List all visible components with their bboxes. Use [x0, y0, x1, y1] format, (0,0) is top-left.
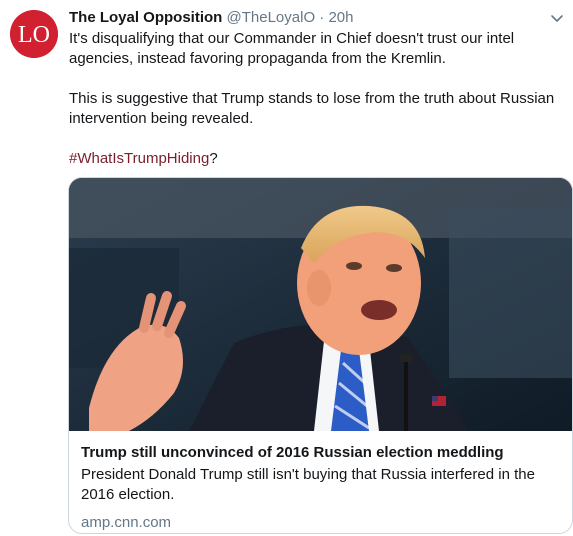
card-domain: amp.cnn.com: [81, 514, 172, 531]
chevron-down-icon[interactable]: [549, 10, 565, 26]
avatar[interactable]: LO: [10, 10, 58, 58]
card-description: President Donald Trump still isn't buyin…: [81, 466, 535, 503]
tweet-paragraph-2: This is suggestive that Trump stands to …: [69, 90, 555, 127]
separator-dot: ·: [319, 9, 325, 26]
card-image: [69, 178, 572, 431]
avatar-logo: LO: [10, 10, 58, 58]
tweet-paragraph-1: It's disqualifying that our Commander in…: [69, 30, 515, 67]
tweet-paragraph-3: #WhatIsTrumpHiding?: [69, 149, 569, 169]
card-title[interactable]: Trump still unconvinced of 2016 Russian …: [81, 443, 560, 463]
svg-text:LO: LO: [18, 22, 50, 48]
tweet-header: The Loyal Opposition @TheLoyalO · 20h: [69, 8, 354, 28]
author-handle[interactable]: @TheLoyalO: [227, 9, 316, 26]
hashtag-link[interactable]: #WhatIsTrumpHiding: [69, 150, 209, 167]
hashtag-suffix: ?: [209, 150, 218, 167]
card-body: Trump still unconvinced of 2016 Russian …: [69, 431, 572, 533]
tweet-timestamp[interactable]: 20h: [328, 9, 353, 26]
author-name[interactable]: The Loyal Opposition: [69, 9, 222, 26]
tweet-text: It's disqualifying that our Commander in…: [69, 29, 569, 169]
link-card[interactable]: Trump still unconvinced of 2016 Russian …: [68, 177, 573, 534]
